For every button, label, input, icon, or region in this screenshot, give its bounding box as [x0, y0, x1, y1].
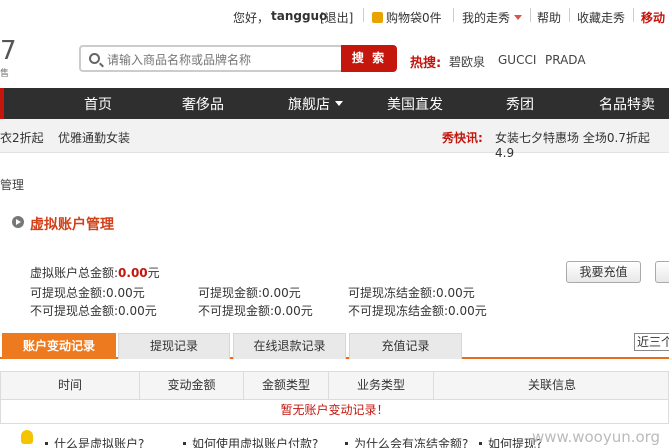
hot-search-item[interactable]: 碧欧泉	[449, 53, 485, 70]
bullet-icon	[183, 442, 186, 445]
empty-message: 暂无账户变动记录！	[0, 400, 669, 424]
secondary-button[interactable]	[655, 261, 669, 283]
column-header: 业务类型	[329, 372, 434, 399]
withdrawable-amount: 可提现金额:0.00元	[198, 286, 301, 300]
tab-withdrawals[interactable]: 提现记录	[118, 333, 230, 359]
search-input[interactable]	[107, 51, 337, 69]
tab-recharges[interactable]: 充值记录	[349, 333, 462, 359]
lightbulb-icon	[21, 430, 33, 444]
logo[interactable]: 7	[0, 36, 17, 66]
divider	[453, 8, 454, 22]
bullet-icon	[345, 442, 348, 445]
hot-search-item[interactable]: GUCCI	[498, 53, 536, 67]
hot-search-label: 热搜:	[410, 56, 442, 71]
period-select[interactable]: 近三个月	[634, 333, 669, 351]
bullet-icon	[45, 442, 48, 445]
faq-link[interactable]: 为什么会有冻结金额?	[345, 435, 468, 448]
nav-item-brand-sale[interactable]: 名品特卖	[599, 94, 655, 114]
search-button[interactable]: 搜 索	[341, 45, 397, 72]
non-withdrawable-amount: 不可提现金额:0.00元	[198, 304, 313, 318]
top-bar: 您好， tangguo [退出] 购物袋0件 我的走秀 帮助 收藏走秀 移动	[0, 0, 669, 34]
divider	[530, 8, 531, 22]
nav-item-luxury[interactable]: 奢侈品	[182, 94, 224, 114]
nav-item-us-direct[interactable]: 美国直发	[387, 94, 443, 114]
faq-link[interactable]: 如何使用虚拟账户付款?	[183, 435, 318, 448]
faq-link[interactable]: 什么是虚拟账户?	[45, 435, 144, 448]
help-link[interactable]: 帮助	[537, 9, 561, 26]
flash-news-label: 秀快讯:	[442, 131, 483, 145]
nav-item-home[interactable]: 首页	[84, 94, 112, 114]
tab-refunds[interactable]: 在线退款记录	[233, 333, 346, 359]
column-header: 时间	[1, 372, 140, 399]
non-withdrawable-frozen: 不可提现冻结金额:0.00元	[348, 304, 487, 318]
column-header: 金额类型	[244, 372, 329, 399]
chevron-down-icon	[335, 101, 343, 106]
total-balance: 虚拟账户总金额:0.00元	[30, 264, 160, 281]
promo-bar: 衣2折起 优雅通勤女装 秀快讯: 女装七夕特惠场 全场0.7折起 4.9	[0, 119, 669, 160]
nav-accent	[0, 88, 4, 119]
chevron-down-icon	[514, 15, 523, 20]
hot-search-item[interactable]: PRADA	[545, 53, 586, 67]
nav-item-flagship[interactable]: 旗舰店	[288, 94, 343, 114]
greeting-text: 您好，	[233, 11, 270, 25]
favorite-link[interactable]: 收藏走秀	[577, 9, 625, 26]
main-nav: 首页 奢侈品 旗舰店 美国直发 秀团 名品特卖	[0, 88, 669, 119]
recharge-button[interactable]: 我要充值	[566, 261, 641, 283]
non-withdrawable-total: 不可提现总金额:0.00元	[30, 304, 157, 318]
faq-label: 为什么会有冻结金额?	[354, 437, 469, 448]
column-header: 变动金额	[140, 372, 244, 399]
promo-link[interactable]: 优雅通勤女装	[58, 129, 130, 146]
withdrawable-frozen: 可提现冻结金额:0.00元	[348, 286, 475, 300]
mobile-link[interactable]: 移动	[641, 9, 665, 26]
logout-link[interactable]: [退出]	[320, 9, 353, 26]
record-tabs: 账户变动记录 提现记录 在线退款记录 充值记录	[0, 332, 669, 359]
username: tangguo	[271, 9, 328, 23]
flash-news-text[interactable]: 女装七夕特惠场 全场0.7折起 4.9	[495, 129, 669, 160]
nav-item-group[interactable]: 秀团	[506, 94, 534, 114]
promo-link[interactable]: 衣2折起	[0, 129, 44, 146]
logo-subtext: 售	[0, 69, 10, 79]
cart-label: 购物袋0件	[386, 11, 442, 25]
cart-link[interactable]: 购物袋0件	[372, 9, 442, 26]
search-box	[79, 45, 341, 72]
watermark: www.wooyun.org	[532, 428, 661, 446]
faq-label: 什么是虚拟账户?	[54, 437, 145, 448]
breadcrumb: 管理	[0, 178, 25, 192]
divider	[363, 8, 364, 22]
arrow-circle-icon	[12, 216, 24, 228]
faq-label: 如何使用虚拟账户付款?	[192, 437, 319, 448]
divider	[569, 8, 570, 22]
my-show-label: 我的走秀	[462, 11, 511, 25]
search-icon	[89, 53, 100, 64]
withdrawable-total: 可提现总金额:0.00元	[30, 286, 145, 300]
total-balance-label: 虚拟账户总金额:	[30, 266, 119, 280]
page-title: 虚拟账户管理	[30, 217, 114, 233]
total-balance-value: 0.00	[118, 266, 148, 280]
total-balance-unit: 元	[147, 266, 160, 280]
cart-icon	[372, 12, 383, 23]
tab-account-changes[interactable]: 账户变动记录	[2, 333, 116, 359]
column-header: 关联信息	[527, 378, 576, 392]
divider	[633, 8, 634, 22]
nav-item-label: 旗舰店	[288, 97, 330, 113]
table-header: 时间 变动金额 金额类型 业务类型 关联信息	[0, 371, 669, 400]
my-show-menu[interactable]: 我的走秀	[462, 9, 523, 26]
bullet-icon	[479, 442, 482, 445]
